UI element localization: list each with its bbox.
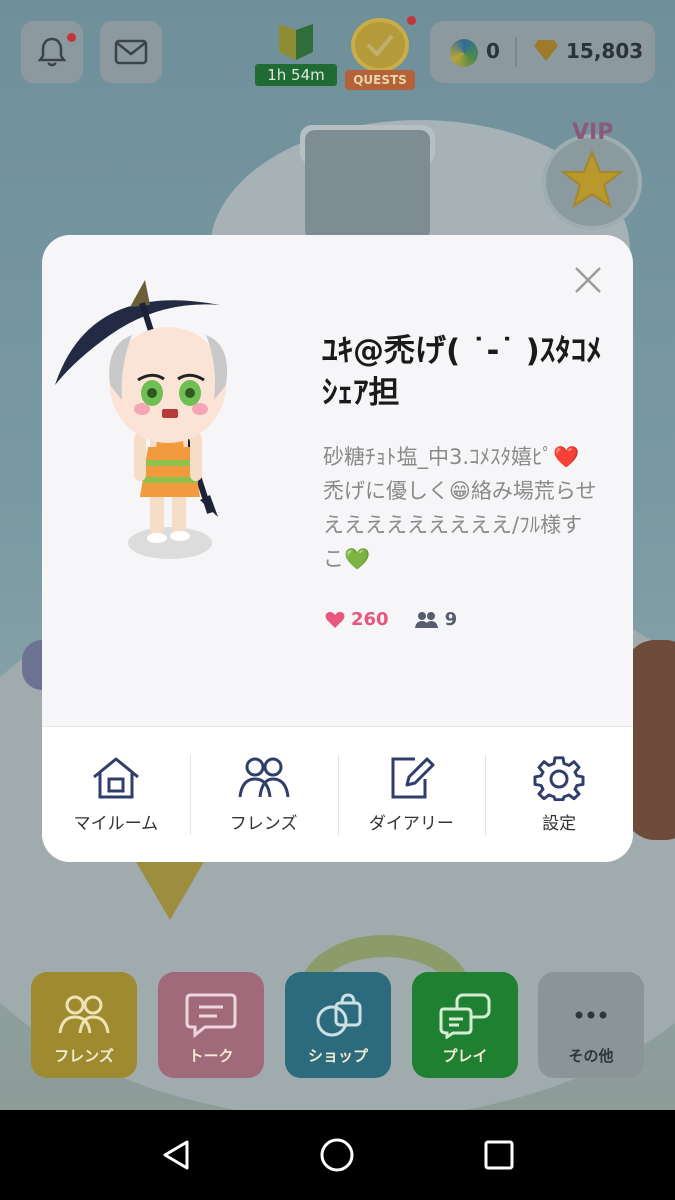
coin-icon <box>450 39 478 67</box>
home-icon <box>92 757 139 799</box>
nav-other-button[interactable]: その他 <box>538 972 644 1078</box>
friends-label: フレンズ <box>229 814 298 834</box>
notification-dot <box>67 33 76 42</box>
beginner-timer-badge[interactable]: 1h 54m <box>255 18 337 86</box>
nav-shop-label: ショップ <box>307 1047 368 1065</box>
settings-label: 設定 <box>542 814 577 834</box>
nav-play-button[interactable]: プレイ <box>412 972 518 1078</box>
shop-bag-icon <box>316 993 362 1037</box>
beginner-timer-text: 1h 54m <box>255 64 337 86</box>
star-icon <box>560 149 624 209</box>
recents-button[interactable] <box>479 1135 519 1175</box>
close-icon[interactable] <box>570 262 606 298</box>
profile-name: ﾕｷ@禿げ( ˙-˙ )ｽﾀｺﾒｼｪｱ担 <box>322 333 602 411</box>
friends-count-icon <box>414 611 438 628</box>
quests-button[interactable]: QUESTS <box>345 16 416 90</box>
nav-friends-button[interactable]: フレンズ <box>31 972 137 1078</box>
vip-button[interactable]: VIP <box>540 120 645 230</box>
gear-icon <box>533 756 585 801</box>
beginner-leaf-icon <box>279 24 313 60</box>
avatar-image <box>55 280 228 559</box>
likes-count: 260 <box>351 609 389 630</box>
gem-count: 15,803 <box>566 39 644 63</box>
quest-check-icon <box>351 18 409 72</box>
friends-icon <box>238 757 290 798</box>
nav-talk-button[interactable]: トーク <box>158 972 264 1078</box>
friends-count: 9 <box>444 609 458 630</box>
system-navigation-bar <box>0 1110 675 1200</box>
home-button[interactable] <box>317 1135 357 1175</box>
my-room-button[interactable]: マイルーム <box>42 727 190 862</box>
quests-label: QUESTS <box>345 70 415 90</box>
heart-icon <box>325 611 345 628</box>
back-triangle-icon <box>163 1140 189 1170</box>
nav-friends-label: フレンズ <box>54 1047 114 1065</box>
profile-card-modal: ﾕｷ@禿げ( ˙-˙ )ｽﾀｺﾒｼｪｱ担 砂糖ﾁｮﾄ塩_中3.ｺﾒｽﾀ嬉ﾋﾟ❤️… <box>42 235 633 862</box>
gem-icon <box>534 40 558 61</box>
notification-button[interactable] <box>21 21 83 83</box>
mail-icon <box>114 39 148 65</box>
nav-other-label: その他 <box>568 1047 614 1065</box>
quest-dot <box>407 16 416 25</box>
recents-square-icon <box>484 1140 514 1170</box>
mail-button[interactable] <box>100 21 162 83</box>
profile-stats: 260 9 <box>325 609 457 630</box>
more-icon <box>575 1011 607 1019</box>
diary-label: ダイアリー <box>368 814 454 834</box>
currency-divider <box>515 37 517 67</box>
nav-talk-label: トーク <box>188 1047 234 1065</box>
stone-tower <box>305 130 430 240</box>
nav-play-label: プレイ <box>442 1047 488 1065</box>
friends-icon <box>58 995 110 1034</box>
vip-label: VIP <box>572 120 614 145</box>
friends-button[interactable]: フレンズ <box>189 727 338 862</box>
currency-panel[interactable]: 0 15,803 <box>430 21 655 83</box>
diary-edit-icon <box>391 757 435 799</box>
coin-count: 0 <box>486 39 500 63</box>
profile-bio: 砂糖ﾁｮﾄ塩_中3.ｺﾒｽﾀ嬉ﾋﾟ❤️禿げに優しく😁絡み場荒らせええええええええ… <box>323 445 597 571</box>
settings-button[interactable]: 設定 <box>485 727 633 862</box>
nav-shop-button[interactable]: ショップ <box>285 972 391 1078</box>
chat-icon <box>185 993 237 1039</box>
back-button[interactable] <box>156 1135 196 1175</box>
bell-icon <box>37 37 67 67</box>
my-room-label: マイルーム <box>73 814 159 834</box>
profile-action-bar: マイルーム フレンズ ダイアリー 設定 <box>42 726 633 862</box>
diary-button[interactable]: ダイアリー <box>337 727 486 862</box>
gamepad-icon <box>439 993 491 1039</box>
home-circle-icon <box>320 1138 354 1172</box>
